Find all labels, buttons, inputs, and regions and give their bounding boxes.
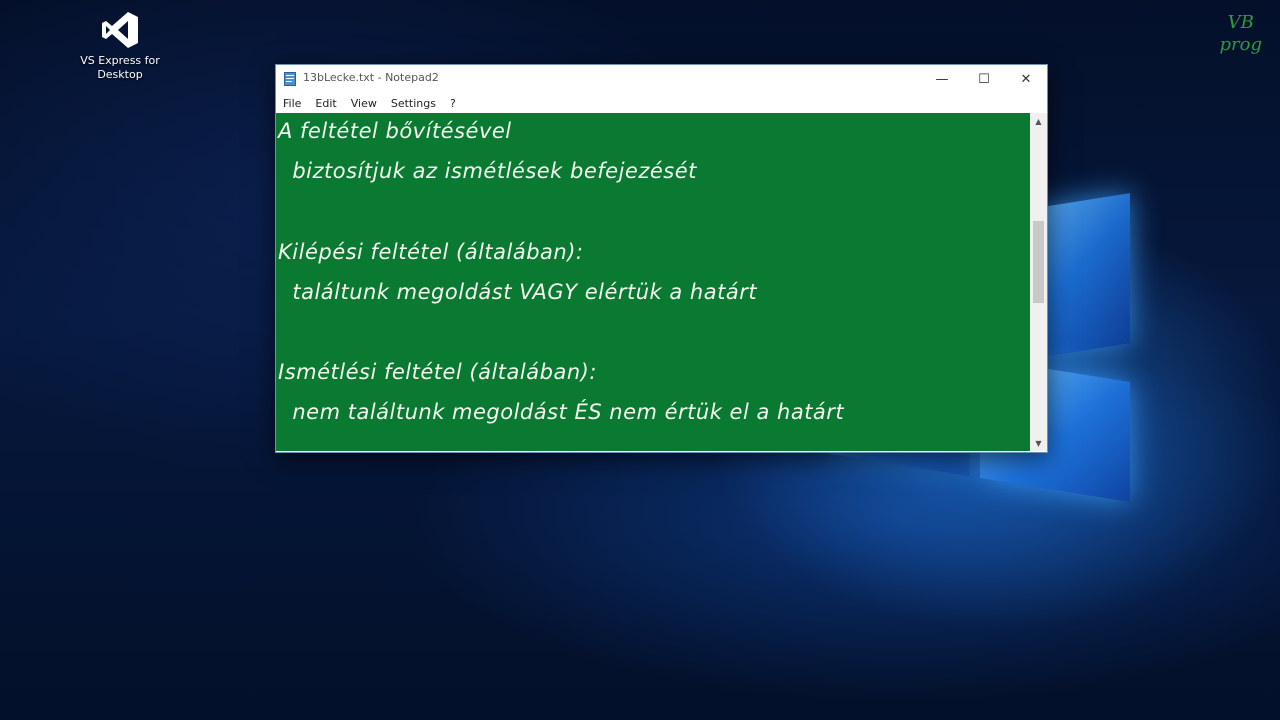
notepad2-window[interactable]: 13bLecke.txt - Notepad2 — ☐ ✕ File Edit … bbox=[275, 64, 1048, 453]
editor-line: Ismétlési feltétel (általában): bbox=[278, 360, 597, 384]
notepad-file-icon bbox=[284, 72, 296, 86]
editor-line: A feltétel bővítésével bbox=[278, 119, 512, 143]
vertical-scrollbar[interactable]: ▲ ▼ bbox=[1030, 113, 1047, 451]
menu-edit[interactable]: Edit bbox=[314, 96, 337, 111]
minimize-button[interactable]: — bbox=[921, 65, 963, 93]
title-bar[interactable]: 13bLecke.txt - Notepad2 — ☐ ✕ bbox=[276, 65, 1047, 93]
menu-bar: File Edit View Settings ? bbox=[276, 93, 1047, 113]
scroll-up-icon[interactable]: ▲ bbox=[1030, 113, 1047, 129]
scroll-thumb[interactable] bbox=[1033, 221, 1044, 303]
visual-studio-icon bbox=[102, 12, 138, 48]
watermark-line1: VB bbox=[1227, 12, 1254, 33]
editor-line: Kilépési feltétel (általában): bbox=[278, 240, 584, 264]
menu-view[interactable]: View bbox=[350, 96, 378, 111]
menu-settings[interactable]: Settings bbox=[390, 96, 437, 111]
close-button[interactable]: ✕ bbox=[1005, 65, 1047, 93]
watermark-line2: prog bbox=[1219, 34, 1263, 55]
text-editor[interactable]: A feltétel bővítésével biztosítjuk az is… bbox=[276, 113, 1030, 451]
maximize-button[interactable]: ☐ bbox=[963, 65, 1005, 93]
menu-help[interactable]: ? bbox=[449, 96, 457, 111]
editor-line: biztosítjuk az ismétlések befejezését bbox=[278, 159, 697, 183]
menu-file[interactable]: File bbox=[282, 96, 302, 111]
window-title: 13bLecke.txt - Notepad2 bbox=[303, 71, 439, 84]
desktop-icon-vs-express[interactable]: VS Express for Desktop bbox=[80, 10, 160, 82]
editor-line: nem találtunk megoldást ÉS nem értük el … bbox=[278, 400, 845, 424]
vbprog-watermark: VB prog bbox=[1220, 12, 1263, 56]
scroll-down-icon[interactable]: ▼ bbox=[1030, 435, 1047, 451]
editor-line: találtunk megoldást VAGY elértük a határ… bbox=[278, 280, 758, 304]
desktop-icon-label: VS Express for Desktop bbox=[80, 54, 160, 81]
